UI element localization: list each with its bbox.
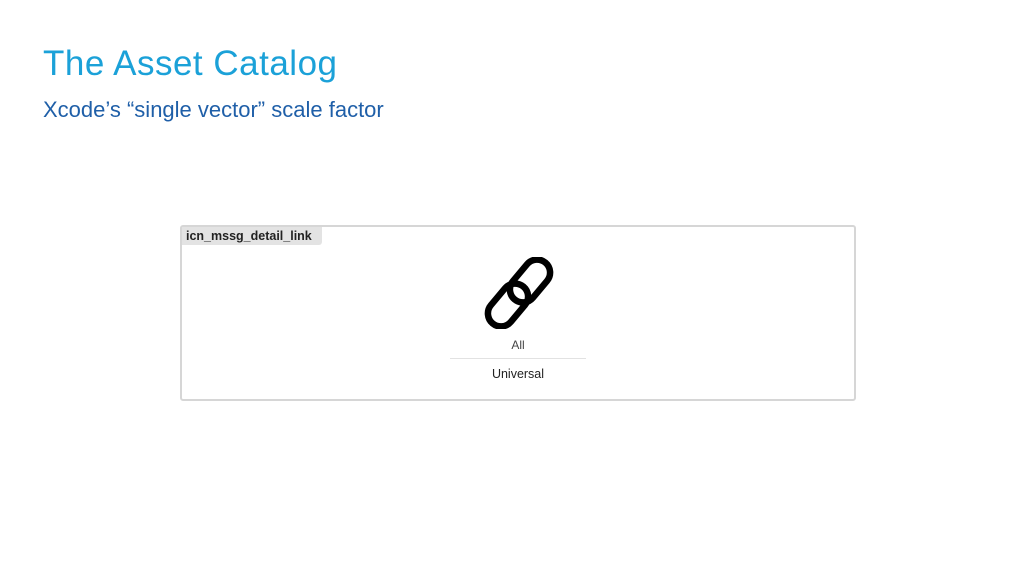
slide-title: The Asset Catalog — [43, 44, 338, 83]
link-icon — [484, 257, 554, 329]
device-idiom-label: Universal — [491, 367, 545, 381]
slot-divider — [450, 358, 586, 359]
asset-name-label[interactable]: icn_mssg_detail_link — [182, 227, 322, 245]
asset-image-slot[interactable]: All Universal — [450, 257, 586, 387]
asset-set-panel[interactable]: icn_mssg_detail_link All Universal — [180, 225, 856, 401]
slide-subtitle: Xcode’s “single vector” scale factor — [43, 97, 384, 122]
scale-slot-label: All — [511, 338, 525, 352]
